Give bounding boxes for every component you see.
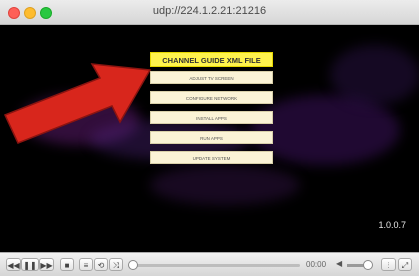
red-arrow-icon <box>3 63 152 144</box>
playlist-icon: ≡ <box>83 261 89 270</box>
rewind-icon: ◀◀ <box>7 261 20 270</box>
menu-item-adjust-tv-screen[interactable]: ADJUST TV SCREEN <box>150 71 273 84</box>
background-nebula <box>330 45 419 105</box>
stop-icon: ■ <box>64 261 70 270</box>
menu-item-channel-guide[interactable]: CHANNEL GUIDE XML FILE <box>150 52 273 67</box>
equalizer-button[interactable]: ⫶ <box>381 258 396 271</box>
stop-button[interactable]: ■ <box>60 258 74 271</box>
play-pause-button[interactable]: ❚❚ <box>21 258 39 271</box>
loop-button[interactable]: ⟲ <box>94 258 108 271</box>
shuffle-button[interactable]: ⤨ <box>109 258 123 271</box>
title-bar: udp://224.1.2.21:21216 <box>0 0 419 25</box>
fast-forward-button[interactable]: ▶▶ <box>39 258 54 271</box>
fullscreen-icon: ⤢ <box>401 261 409 270</box>
version-label: 1.0.0.7 <box>378 220 406 230</box>
fullscreen-button[interactable]: ⤢ <box>398 258 412 271</box>
seek-knob[interactable] <box>128 260 138 270</box>
vlc-player-window: udp://224.1.2.21:21216 CHANNEL GUIDE XML… <box>0 0 419 276</box>
menu-item-update-system[interactable]: UPDATE SYSTEM <box>150 151 273 164</box>
menu-item-run-apps[interactable]: RUN APPS <box>150 131 273 144</box>
seek-bar[interactable] <box>130 264 300 267</box>
fast-forward-icon: ▶▶ <box>40 261 53 270</box>
volume-icon: ◀ <box>336 259 343 268</box>
playlist-button[interactable]: ≡ <box>79 258 93 271</box>
shuffle-icon: ⤨ <box>112 261 120 270</box>
menu-item-install-apps[interactable]: INSTALL APPS <box>150 111 273 124</box>
window-title: udp://224.1.2.21:21216 <box>152 5 267 17</box>
playback-controls: ◀◀ ❚❚ ▶▶ ■ ≡ ⟲ ⤨ 00:00 ◀ ⫶ ⤢ <box>0 252 419 276</box>
equalizer-icon: ⫶ <box>387 261 390 270</box>
loop-icon: ⟲ <box>97 261 105 270</box>
video-area[interactable]: CHANNEL GUIDE XML FILE ADJUST TV SCREEN … <box>0 25 419 252</box>
rewind-button[interactable]: ◀◀ <box>6 258 21 271</box>
pause-icon: ❚❚ <box>23 261 37 270</box>
volume-knob[interactable] <box>363 260 373 270</box>
background-nebula <box>150 165 300 205</box>
elapsed-time: 00:00 <box>306 260 327 269</box>
menu-item-configure-network[interactable]: CONFIGURE NETWORK <box>150 91 273 104</box>
